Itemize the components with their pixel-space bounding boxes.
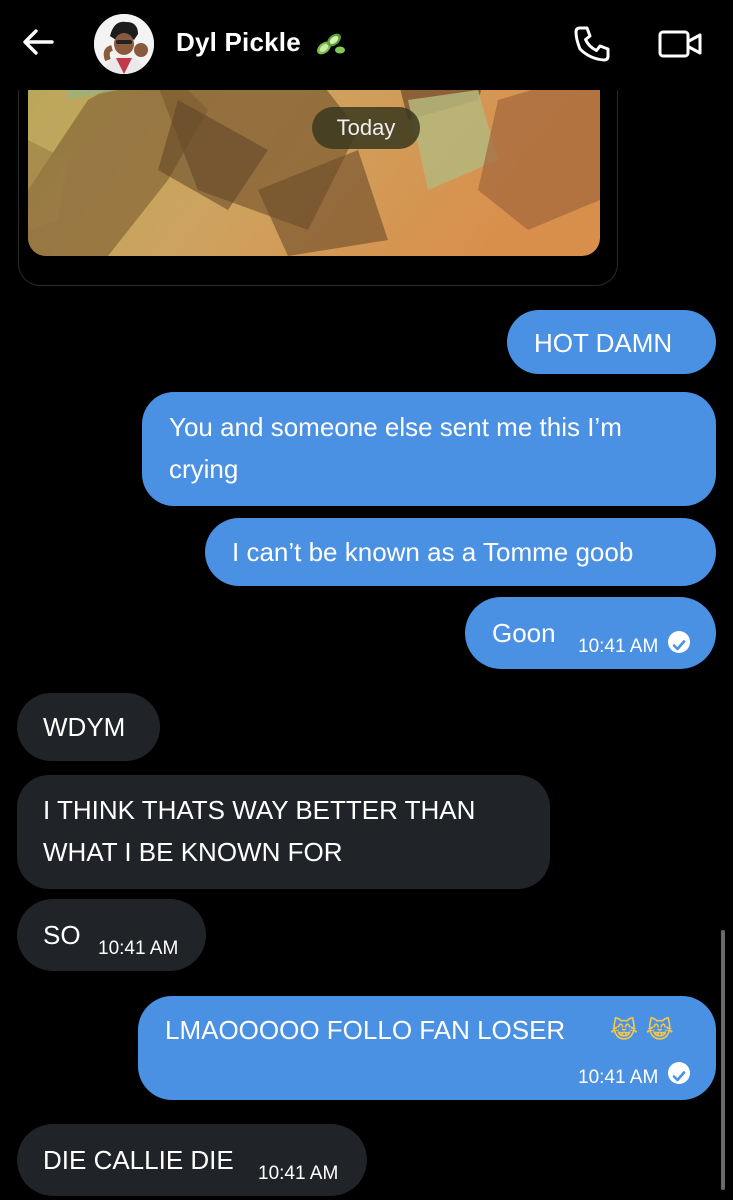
message-text: SO (43, 920, 81, 950)
message-timestamp: 10:41 AM (578, 636, 659, 657)
message-timestamp: 10:41 AM (258, 1163, 339, 1184)
avatar-image (94, 14, 154, 74)
message-text-line-1: I THINK THATS WAY BETTER THAN (43, 795, 476, 825)
sent-message[interactable]: You and someone else sent me this I’m cr… (142, 392, 716, 506)
date-divider: Today (312, 107, 420, 149)
laughing-cat-emoji: 😹 😹 (610, 1016, 674, 1044)
scrollbar[interactable] (721, 930, 725, 1190)
video-call-button[interactable] (656, 24, 704, 64)
message-text: LMAOOOOO FOLLO FAN LOSER (165, 1015, 566, 1045)
call-button[interactable] (570, 22, 614, 66)
arrow-left-icon (23, 29, 54, 55)
message-text: HOT DAMN (534, 328, 673, 358)
sent-message[interactable]: Goon 10:41 AM (465, 597, 716, 669)
sent-message[interactable]: I can’t be known as a Tomme goob (205, 518, 716, 586)
cucumber-icon (312, 24, 348, 60)
message-text-line-1: You and someone else sent me this I’m (169, 412, 622, 442)
conversation-header: Dyl Pickle (0, 0, 733, 90)
message-text: I can’t be known as a Tomme goob (232, 537, 634, 567)
message-text: DIE CALLIE DIE (43, 1145, 234, 1175)
read-check-icon (668, 1062, 690, 1084)
message-text-line-2: WHAT I BE KNOWN FOR (43, 837, 343, 867)
read-check-icon (668, 631, 690, 653)
received-message[interactable]: DIE CALLIE DIE 10:41 AM (17, 1124, 367, 1196)
back-button[interactable] (18, 22, 58, 62)
message-text: WDYM (43, 712, 126, 742)
phone-icon (574, 26, 610, 62)
sent-message[interactable]: HOT DAMN (507, 310, 716, 374)
avatar[interactable] (94, 14, 154, 74)
video-camera-icon (658, 30, 702, 58)
message-text: Goon (492, 618, 556, 648)
contact-name[interactable]: Dyl Pickle (176, 27, 301, 58)
message-text-line-2: crying (169, 454, 239, 484)
received-message[interactable]: SO 10:41 AM (17, 899, 206, 971)
received-message[interactable]: WDYM (17, 693, 160, 761)
message-timestamp: 10:41 AM (98, 938, 179, 959)
message-timestamp: 10:41 AM (578, 1067, 659, 1088)
sent-message[interactable]: LMAOOOOO FOLLO FAN LOSER 😹 😹 10:41 AM (138, 996, 716, 1100)
received-message[interactable]: I THINK THATS WAY BETTER THAN WHAT I BE … (17, 775, 550, 889)
